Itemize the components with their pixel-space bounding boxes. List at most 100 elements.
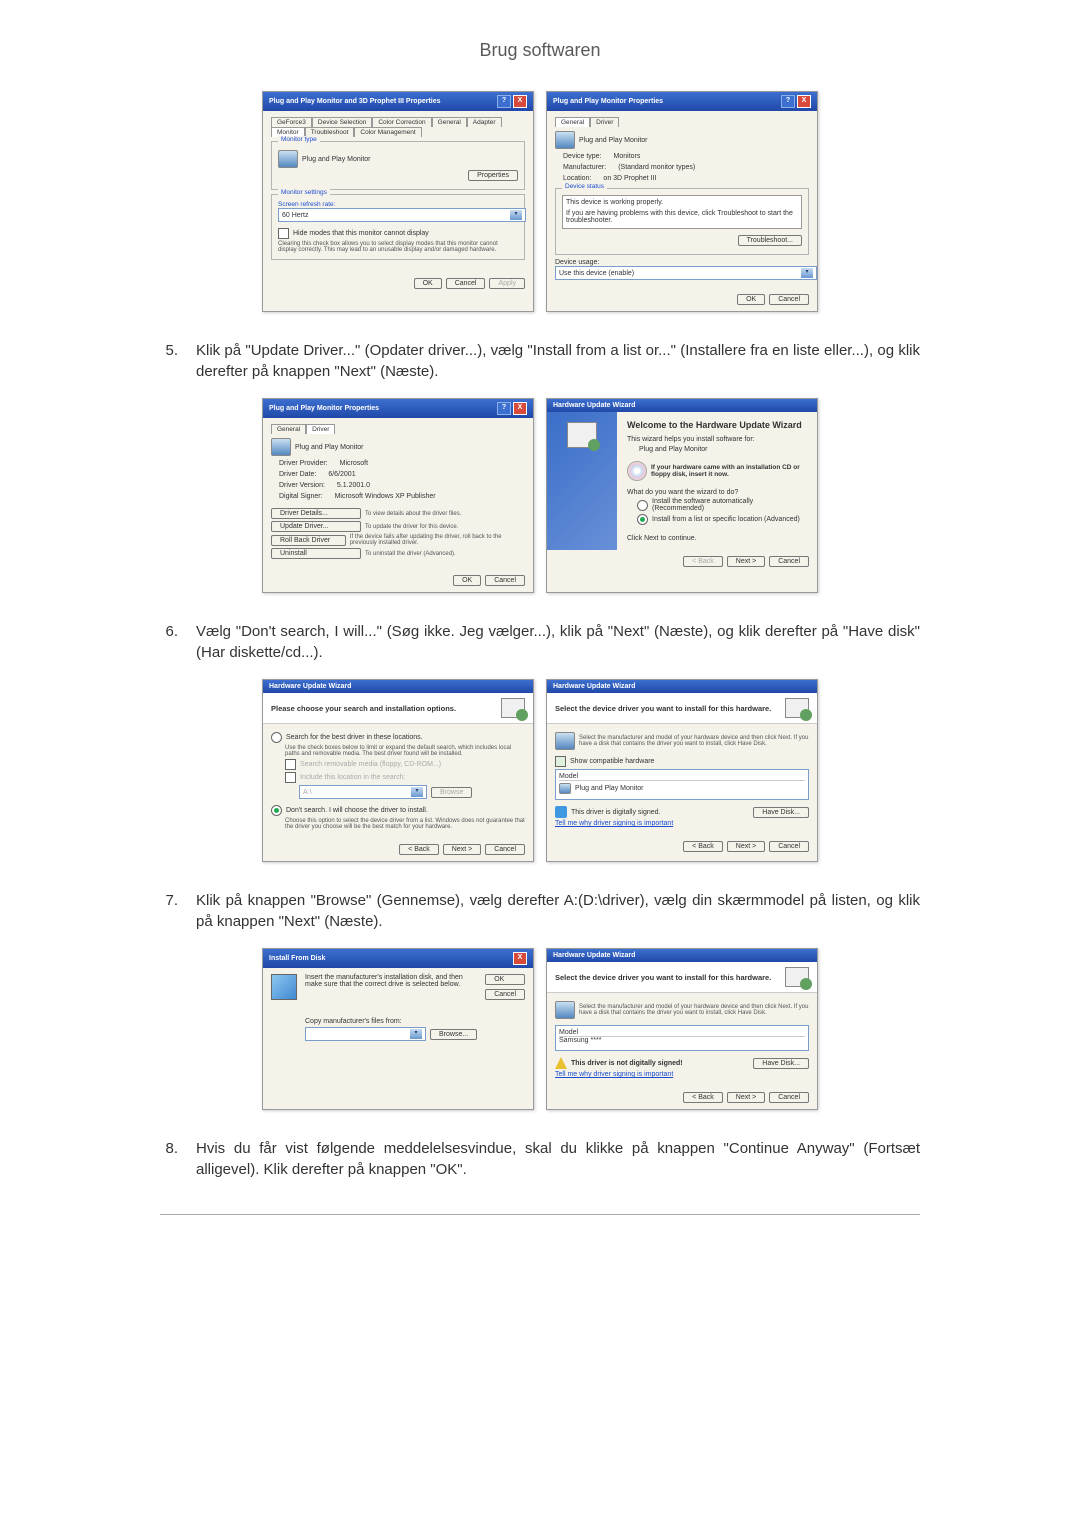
radio-search[interactable] bbox=[271, 732, 282, 743]
device-name: Plug and Play Monitor bbox=[579, 137, 647, 144]
ok-button[interactable]: OK bbox=[453, 575, 481, 586]
wizard-device-name: Plug and Play Monitor bbox=[639, 446, 807, 453]
location-label: Location: bbox=[563, 175, 591, 182]
titlebar: Install From Disk X bbox=[263, 949, 533, 968]
tab-general[interactable]: General bbox=[271, 424, 306, 434]
radio-dont-search[interactable] bbox=[271, 805, 282, 816]
back-button[interactable]: < Back bbox=[683, 841, 723, 852]
model-header: Model bbox=[559, 773, 805, 781]
close-icon[interactable]: X bbox=[513, 952, 527, 965]
cb-include-location[interactable] bbox=[285, 772, 296, 783]
tab-geforce3[interactable]: GeForce3 bbox=[271, 117, 312, 127]
ok-button[interactable]: OK bbox=[737, 294, 765, 305]
wizard-welcome-title: Welcome to the Hardware Update Wizard bbox=[627, 420, 807, 430]
help-icon[interactable]: ? bbox=[497, 402, 511, 415]
device-name: Plug and Play Monitor bbox=[295, 444, 363, 451]
model-header: Model bbox=[559, 1029, 805, 1037]
next-button[interactable]: Next > bbox=[727, 841, 765, 852]
tab-adapter[interactable]: Adapter bbox=[467, 117, 502, 127]
title: Hardware Update Wizard bbox=[553, 683, 635, 690]
hide-modes-label: Hide modes that this monitor cannot disp… bbox=[293, 230, 429, 237]
tab-general[interactable]: General bbox=[432, 117, 467, 127]
digital-signer-value: Microsoft Windows XP Publisher bbox=[335, 493, 436, 500]
troubleshoot-button[interactable]: Troubleshoot... bbox=[738, 235, 802, 246]
dialog-hardware-update-wizard-select-driver-2: Hardware Update Wizard Select the device… bbox=[546, 948, 818, 1110]
model-item[interactable]: Plug and Play Monitor bbox=[575, 785, 643, 792]
monitor-icon bbox=[555, 732, 575, 750]
close-icon[interactable]: X bbox=[513, 402, 527, 415]
tab-driver[interactable]: Driver bbox=[590, 117, 619, 127]
cancel-button[interactable]: Cancel bbox=[769, 294, 809, 305]
cancel-button[interactable]: Cancel bbox=[446, 278, 486, 289]
cancel-button[interactable]: Cancel bbox=[769, 556, 809, 567]
step-number: 8. bbox=[160, 1138, 178, 1180]
warning-icon bbox=[555, 1057, 567, 1069]
tab-general[interactable]: General bbox=[555, 117, 590, 127]
tab-color-management[interactable]: Color Management bbox=[354, 127, 421, 137]
model-item[interactable]: Samsung **** bbox=[559, 1037, 805, 1044]
next-button[interactable]: Next > bbox=[727, 556, 765, 567]
hide-modes-checkbox[interactable] bbox=[278, 228, 289, 239]
step-text: Vælg "Don't search, I will..." (Søg ikke… bbox=[196, 621, 920, 663]
wizard-header: Select the device driver you want to ins… bbox=[555, 704, 771, 713]
close-icon[interactable]: X bbox=[797, 95, 811, 108]
cancel-button[interactable]: Cancel bbox=[769, 1092, 809, 1103]
next-button[interactable]: Next > bbox=[443, 844, 481, 855]
signing-important-link[interactable]: Tell me why driver signing is important bbox=[555, 820, 673, 827]
monitor-icon bbox=[555, 131, 575, 149]
ok-button[interactable]: OK bbox=[414, 278, 442, 289]
back-button[interactable]: < Back bbox=[683, 1092, 723, 1103]
browse-button[interactable]: Browse... bbox=[430, 1029, 477, 1040]
chevron-down-icon: ▾ bbox=[510, 210, 522, 220]
browse-button[interactable]: Browse bbox=[431, 787, 472, 798]
update-driver-button[interactable]: Update Driver... bbox=[271, 521, 361, 532]
tabs: GeForce3 Device Selection Color Correcti… bbox=[271, 117, 525, 137]
help-icon[interactable]: ? bbox=[497, 95, 511, 108]
location-dropdown[interactable]: A:\▾ bbox=[299, 785, 427, 799]
model-listbox[interactable]: Model Samsung **** bbox=[555, 1025, 809, 1051]
rollback-driver-button[interactable]: Roll Back Driver bbox=[271, 535, 346, 546]
cancel-button[interactable]: Cancel bbox=[485, 844, 525, 855]
help-icon[interactable]: ? bbox=[781, 95, 795, 108]
step-text: Klik på "Update Driver..." (Opdater driv… bbox=[196, 340, 920, 382]
have-disk-button[interactable]: Have Disk... bbox=[753, 807, 809, 818]
tab-device-selection[interactable]: Device Selection bbox=[312, 117, 372, 127]
select-driver-desc: Select the manufacturer and model of you… bbox=[579, 1004, 809, 1016]
ok-button[interactable]: OK bbox=[485, 974, 525, 985]
have-disk-button[interactable]: Have Disk... bbox=[753, 1058, 809, 1069]
compat-checkbox[interactable] bbox=[555, 756, 566, 767]
refresh-rate-dropdown[interactable]: 60 Hertz ▾ bbox=[278, 208, 526, 222]
properties-button[interactable]: Properties bbox=[468, 170, 518, 181]
monitor-name: Plug and Play Monitor bbox=[302, 156, 370, 163]
install-desc: Insert the manufacturer's installation d… bbox=[305, 974, 477, 988]
back-button[interactable]: < Back bbox=[399, 844, 439, 855]
location-value: on 3D Prophet III bbox=[603, 175, 656, 182]
radio-list[interactable] bbox=[637, 514, 648, 525]
device-usage-dropdown[interactable]: Use this device (enable) ▾ bbox=[555, 266, 817, 280]
device-type-label: Device type: bbox=[563, 153, 602, 160]
apply-button[interactable]: Apply bbox=[489, 278, 525, 289]
cancel-button[interactable]: Cancel bbox=[485, 575, 525, 586]
cb-removable[interactable] bbox=[285, 759, 296, 770]
driver-details-button[interactable]: Driver Details... bbox=[271, 508, 361, 519]
step-number: 7. bbox=[160, 890, 178, 932]
titlebar: Plug and Play Monitor Properties ?X bbox=[547, 92, 817, 111]
uninstall-button[interactable]: Uninstall bbox=[271, 548, 361, 559]
close-icon[interactable]: X bbox=[513, 95, 527, 108]
cancel-button[interactable]: Cancel bbox=[769, 841, 809, 852]
tab-driver[interactable]: Driver bbox=[306, 424, 335, 434]
next-button[interactable]: Next > bbox=[727, 1092, 765, 1103]
manufacturer-label: Manufacturer: bbox=[563, 164, 606, 171]
cancel-button[interactable]: Cancel bbox=[485, 989, 525, 1000]
radio-dont-search-desc: Choose this option to select the device … bbox=[285, 818, 525, 830]
wizard-header: Please choose your search and installati… bbox=[271, 704, 456, 713]
copy-from-dropdown[interactable]: ▾ bbox=[305, 1027, 426, 1041]
driver-details-desc: To view details about the driver files. bbox=[365, 511, 461, 517]
radio-auto[interactable] bbox=[637, 500, 648, 511]
tab-color-correction[interactable]: Color Correction bbox=[372, 117, 431, 127]
signing-important-link[interactable]: Tell me why driver signing is important bbox=[555, 1071, 673, 1078]
wizard-sidebar bbox=[547, 412, 617, 550]
back-button[interactable]: < Back bbox=[683, 556, 723, 567]
model-listbox[interactable]: Model Plug and Play Monitor bbox=[555, 769, 809, 800]
refresh-rate-value: 60 Hertz bbox=[282, 212, 308, 219]
